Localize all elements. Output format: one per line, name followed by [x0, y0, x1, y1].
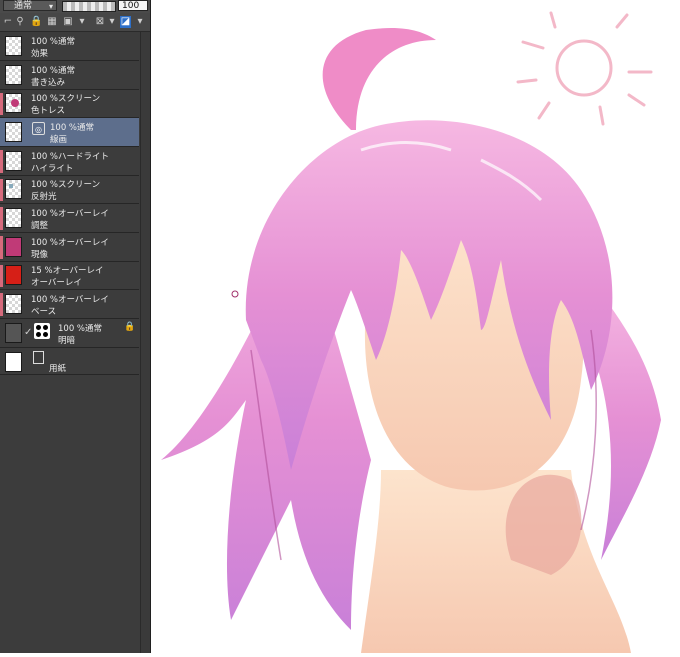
reference-icon[interactable]: ⚲	[14, 16, 26, 28]
ahoge	[322, 28, 436, 130]
layer-blend-mode: 100 %通常	[31, 66, 76, 76]
layer-thumbnail	[5, 122, 22, 142]
layer-name: 線画	[50, 135, 68, 145]
clipping-marker	[0, 236, 3, 259]
layer-row-develop[interactable]: 100 %オーバーレイ 現像	[0, 233, 139, 262]
layer-thumbnail	[5, 237, 22, 257]
paper-icon	[33, 351, 44, 364]
transparency-lock-icon[interactable]: ▦	[46, 16, 58, 28]
layer-name: 用紙	[49, 364, 67, 374]
layer-blend-mode: 100 %オーバーレイ	[31, 238, 109, 248]
chevron-down-icon[interactable]: ▾	[134, 16, 146, 28]
layer-name: ハイライト	[31, 164, 74, 174]
layer-row-adjust[interactable]: 100 %オーバーレイ 調整	[0, 204, 139, 233]
layer-name: 色トレス	[31, 106, 66, 116]
opacity-slider[interactable]	[62, 1, 116, 12]
clipping-marker	[0, 207, 3, 230]
scrollbar[interactable]	[140, 32, 150, 653]
chevron-down-icon: ▾	[48, 2, 53, 11]
blend-toolbar: 通常 ▾ 100	[0, 0, 150, 13]
layer-row-highlight[interactable]: 100 %ハードライト ハイライト	[0, 147, 139, 176]
layer-blend-mode: 100 %スクリーン	[31, 180, 101, 190]
layer-row-base[interactable]: 100 %オーバーレイ ベース	[0, 290, 139, 319]
color-icon[interactable]: ◪	[120, 16, 131, 28]
layer-panel: 通常 ▾ 100 ⌐ ⚲ 🔒 ▦ ▣ ▾ ⊠ ▾ ◪ ▾ 100 %通常 効果 …	[0, 0, 151, 653]
layer-blend-mode: 100 %通常	[58, 324, 103, 334]
layer-blend-mode: 100 %オーバーレイ	[31, 295, 109, 305]
layer-row-paper[interactable]: 用紙	[0, 348, 139, 375]
layer-row-reflected-light[interactable]: 100 %スクリーン 反射光	[0, 176, 139, 204]
layer-row-shading[interactable]: ✓ 100 %通常 明暗 🔒	[0, 319, 139, 348]
layer-row-lineart[interactable]: ◎ 100 %通常 線画	[0, 118, 139, 147]
layer-thumbnail	[5, 151, 22, 171]
layer-name: 現像	[31, 250, 49, 260]
clipping-icon[interactable]: ⌐	[2, 16, 14, 28]
layer-thumbnail	[5, 208, 22, 228]
layer-blend-mode: 15 %オーバーレイ	[31, 266, 104, 276]
layer-blend-mode: 100 %ハードライト	[31, 152, 110, 162]
layer-blend-mode: 100 %通常	[31, 37, 76, 47]
blend-mode-select[interactable]: 通常 ▾	[3, 0, 57, 11]
layer-thumbnail	[5, 352, 22, 372]
layer-blend-mode: 100 %通常	[50, 123, 95, 133]
clipping-marker	[0, 93, 3, 115]
lock-icon[interactable]: 🔒	[30, 16, 42, 28]
layer-name: 調整	[31, 221, 49, 231]
clipping-marker	[0, 179, 3, 201]
layer-thumbnail	[5, 265, 22, 285]
layer-row-color-trace[interactable]: 100 %スクリーン 色トレス	[0, 90, 139, 118]
layer-toolbar: ⌐ ⚲ 🔒 ▦ ▣ ▾ ⊠ ▾ ◪ ▾	[0, 13, 150, 32]
mask-icon[interactable]: ▣	[62, 16, 74, 28]
layer-blend-mode: 100 %スクリーン	[31, 94, 101, 104]
layer-thumbnail	[5, 93, 22, 113]
brush-cursor	[231, 290, 239, 298]
layer-thumbnail	[5, 323, 22, 343]
layer-name: 明暗	[58, 336, 76, 346]
layer-thumbnail	[5, 65, 22, 85]
layer-blend-mode: 100 %オーバーレイ	[31, 209, 109, 219]
clipping-marker	[0, 265, 3, 287]
sun-doodle	[516, 11, 653, 126]
chevron-down-icon[interactable]: ▾	[106, 16, 118, 28]
layer-row-effect[interactable]: 100 %通常 効果	[0, 32, 139, 61]
layer-thumbnail	[5, 179, 22, 199]
clipping-marker	[0, 150, 3, 173]
illustration	[161, 11, 661, 653]
check-icon[interactable]: ✓	[24, 327, 32, 338]
layer-name: ベース	[31, 307, 57, 317]
layer-row-detail[interactable]: 100 %通常 書き込み	[0, 61, 139, 90]
drawing-canvas[interactable]	[151, 0, 680, 653]
lock-icon[interactable]: 🔒	[124, 322, 135, 332]
neck	[361, 470, 631, 653]
layer-thumbnail	[5, 36, 22, 56]
chevron-down-icon[interactable]: ▾	[76, 16, 88, 28]
layer-name: 書き込み	[31, 78, 66, 88]
layer-mask-icon	[34, 323, 50, 339]
vector-layer-icon: ◎	[32, 122, 45, 135]
layer-row-overlay[interactable]: 15 %オーバーレイ オーバーレイ	[0, 262, 139, 290]
layer-name: 反射光	[31, 192, 57, 202]
layer-name: 効果	[31, 49, 49, 59]
blend-mode-label: 通常	[14, 1, 33, 11]
ruler-icon[interactable]: ⊠	[94, 16, 106, 28]
clipping-marker	[0, 293, 3, 316]
layer-thumbnail	[5, 294, 22, 314]
opacity-input[interactable]: 100	[118, 0, 148, 11]
layer-name: オーバーレイ	[31, 278, 82, 288]
opacity-value: 100	[122, 1, 140, 11]
